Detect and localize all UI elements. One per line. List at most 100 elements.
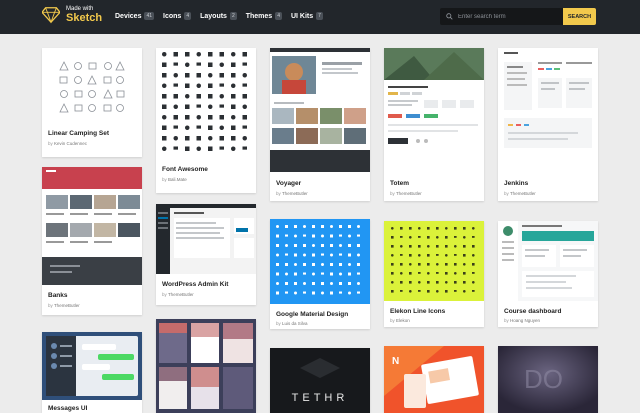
card-author: by ThemeButler: [162, 292, 194, 297]
card-author: by Luis da Silva: [276, 321, 308, 326]
by-prefix: by: [276, 191, 281, 196]
nav-item-icons[interactable]: Icons 4: [163, 12, 192, 20]
card-author: by Elekon: [390, 318, 410, 323]
elekon-icons-preview: [384, 221, 484, 301]
nav-label: UI Kits: [290, 12, 314, 20]
site-logo[interactable]: Made with Sketch: [42, 6, 102, 24]
card-tethr[interactable]: TETHR: [270, 348, 370, 413]
tethr-wordmark: TETHR: [291, 392, 349, 404]
card-thumbnail: [42, 332, 142, 400]
card-google-material-design[interactable]: Google Material Design by Luis da Silva: [270, 219, 370, 329]
nav-item-ui-kits[interactable]: UI Kits 7: [291, 12, 323, 20]
orange-devices-preview: N: [384, 346, 484, 413]
author-name: Kevin Cudennec: [54, 141, 88, 146]
messages-ui-preview: [42, 332, 142, 400]
nav-label: Devices: [115, 12, 142, 20]
nav-item-layouts[interactable]: Layouts 2: [200, 12, 237, 20]
card-orange-devices[interactable]: N: [384, 346, 484, 413]
by-prefix: by: [48, 303, 53, 308]
card-thumbnail: [498, 221, 598, 301]
card-course-dashboard[interactable]: Course dashboard by Hoang Nguyen: [498, 221, 598, 327]
by-prefix: by: [162, 292, 167, 297]
nav-label: Layouts: [200, 12, 227, 20]
by-prefix: by: [504, 318, 509, 323]
author-name: Elekon: [396, 318, 410, 323]
author-name: Luis da Silva: [282, 321, 308, 326]
card-thumbnail: [156, 204, 256, 274]
author-name: ThemeButler: [53, 303, 80, 308]
svg-text:DO: DO: [524, 364, 563, 394]
card-dark-purple[interactable]: DO: [498, 346, 598, 413]
by-prefix: by: [162, 177, 167, 182]
nav-count-badge: 4: [184, 12, 192, 20]
card-title: Font Awesome: [162, 166, 208, 173]
course-dashboard-preview: [498, 221, 598, 301]
card-thumbnail: TETHR: [270, 348, 370, 413]
nav-count-badge: 7: [316, 12, 323, 20]
card-messages-ui[interactable]: Messages UI: [42, 332, 142, 413]
card-thumbnail: DO: [498, 346, 598, 413]
card-totem[interactable]: Totem by ThemeButler: [384, 48, 484, 201]
card-title: Messages UI: [48, 405, 88, 412]
nav-item-devices[interactable]: Devices 41: [115, 12, 155, 20]
card-elekon-line-icons[interactable]: Elekon Line Icons by Elekon: [384, 221, 484, 327]
card-thumbnail: [498, 48, 598, 172]
photo-grid-preview: [156, 319, 256, 413]
by-prefix: by: [48, 141, 53, 146]
logo-text: Made with Sketch: [66, 6, 102, 24]
card-author: by ThemeButler: [276, 191, 308, 196]
by-prefix: by: [276, 321, 281, 326]
nav-count-badge: 41: [144, 12, 155, 20]
nav-item-themes[interactable]: Themes 4: [246, 12, 282, 20]
author-name: ThemeButler: [395, 191, 422, 196]
card-photo-grid[interactable]: [156, 319, 256, 413]
svg-text:N: N: [392, 356, 399, 367]
voyager-preview: [270, 48, 370, 172]
logo-big-text: Sketch: [66, 12, 103, 24]
card-author: by Bali.Mate: [162, 177, 187, 182]
font-awesome-icons-preview: [162, 52, 247, 151]
card-author: by ThemeButler: [48, 303, 80, 308]
nav-count-badge: 2: [229, 12, 237, 20]
card-thumbnail: [156, 48, 256, 160]
card-banks[interactable]: Banks by ThemeButler: [42, 167, 142, 315]
jenkins-preview: [498, 48, 598, 172]
card-title: Jenkins: [504, 180, 529, 187]
search-button[interactable]: SEARCH: [563, 8, 596, 25]
card-title: Google Material Design: [276, 311, 349, 318]
card-author: by ThemeButler: [390, 191, 422, 196]
totem-preview: [384, 48, 484, 172]
category-nav: Devices 41 Icons 4 Layouts 2 Themes 4 UI…: [115, 12, 332, 20]
card-title: Course dashboard: [504, 308, 562, 315]
card-wordpress-admin-kit[interactable]: WordPress Admin Kit by ThemeButler: [156, 204, 256, 305]
card-thumbnail: [42, 48, 142, 124]
card-thumbnail: [384, 48, 484, 172]
author-name: Hoang Nguyen: [510, 318, 541, 323]
card-title: Linear Camping Set: [48, 130, 110, 137]
by-prefix: by: [504, 191, 509, 196]
wordpress-admin-preview: [156, 204, 256, 274]
by-prefix: by: [390, 191, 395, 196]
card-voyager[interactable]: Voyager by ThemeButler: [270, 48, 370, 201]
card-title: WordPress Admin Kit: [162, 281, 229, 288]
card-linear-camping-set[interactable]: Linear Camping Set by Kevin Cudennec: [42, 48, 142, 157]
nav-label: Themes: [245, 12, 273, 20]
search-icon: [446, 13, 453, 20]
card-font-awesome[interactable]: Font Awesome by Bali.Mate: [156, 48, 256, 193]
search-input[interactable]: [458, 13, 558, 20]
card-thumbnail: [270, 48, 370, 172]
search-box: [440, 8, 563, 25]
dark-purple-preview: DO: [498, 346, 598, 413]
material-icons-preview: [270, 219, 370, 304]
card-title: Elekon Line Icons: [390, 308, 446, 315]
card-thumbnail: N: [384, 346, 484, 413]
card-thumbnail: [270, 219, 370, 304]
author-name: ThemeButler: [281, 191, 308, 196]
author-name: ThemeButler: [167, 292, 194, 297]
nav-count-badge: 4: [275, 12, 282, 20]
card-jenkins[interactable]: Jenkins by ThemeButler: [498, 48, 598, 201]
search-form: SEARCH: [440, 8, 596, 25]
nav-label: Icons: [163, 12, 182, 20]
card-title: Voyager: [276, 180, 302, 187]
card-thumbnail: [42, 167, 142, 285]
